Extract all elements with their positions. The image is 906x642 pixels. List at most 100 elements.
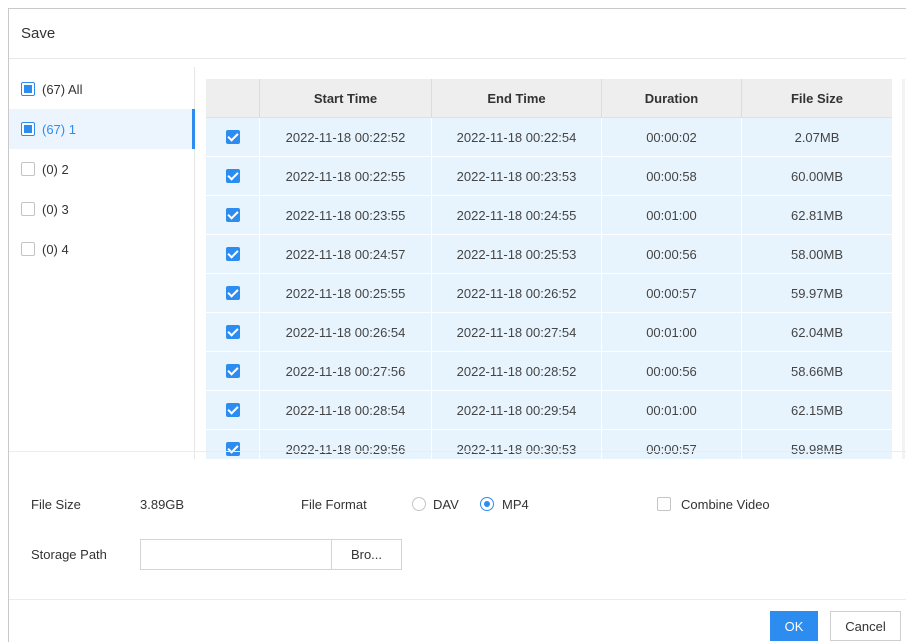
save-dialog: Save (67) All (67) 1 (0) 2 (0) 3 (0) 4 S…: [8, 8, 906, 642]
row-checkbox[interactable]: [225, 286, 240, 300]
duration-cell: 00:00:56: [602, 235, 742, 273]
file-size-cell: 62.15MB: [790, 402, 844, 418]
duration-cell: 00:01:00: [602, 313, 742, 351]
channel-label: (0) 3: [42, 201, 69, 217]
table-scrollbar[interactable]: [902, 79, 905, 459]
record-table: Start Time End Time Duration File Size 2…: [206, 79, 892, 459]
channel-checkbox[interactable]: [21, 242, 35, 256]
start-time-cell: 2022-11-18 00:25:55: [260, 274, 432, 312]
end-time-cell: 2022-11-18 00:23:53: [432, 157, 602, 195]
end-time-cell: 2022-11-18 00:28:52: [432, 352, 602, 390]
file-size-label: File Size: [31, 497, 81, 512]
dialog-header: Save: [9, 9, 906, 59]
header-file-size[interactable]: File Size: [742, 79, 892, 118]
channel-label: (0) 4: [42, 241, 69, 257]
end-time-cell: 2022-11-18 00:26:52: [432, 274, 602, 312]
table-header: Start Time End Time Duration File Size: [206, 79, 892, 118]
row-check-cell: [206, 157, 260, 195]
dav-label[interactable]: DAV: [433, 497, 459, 512]
start-time-cell: 2022-11-18 00:22:52: [260, 118, 432, 156]
row-checkbox[interactable]: [225, 130, 240, 144]
row-checkbox[interactable]: [225, 403, 240, 417]
end-time-cell: 2022-11-18 00:29:54: [432, 391, 602, 429]
table-row[interactable]: 2022-11-18 00:28:54 2022-11-18 00:29:54 …: [206, 391, 892, 430]
end-time-cell: 2022-11-18 00:24:55: [432, 196, 602, 234]
duration-cell: 00:00:56: [602, 352, 742, 390]
file-size-cell: 59.97MB: [790, 285, 844, 301]
row-check-cell: [206, 274, 260, 312]
channel-item-all[interactable]: (67) All: [9, 69, 195, 109]
mp4-radio[interactable]: [480, 497, 494, 511]
row-check-cell: [206, 430, 260, 459]
end-time-cell: 2022-11-18 00:27:54: [432, 313, 602, 351]
channel-item-4[interactable]: (0) 4: [9, 229, 195, 269]
table-row[interactable]: 2022-11-18 00:22:55 2022-11-18 00:23:53 …: [206, 157, 892, 196]
end-time-cell: 2022-11-18 00:30:53: [432, 430, 602, 459]
duration-cell: 00:00:58: [602, 157, 742, 195]
file-format-label: File Format: [301, 497, 367, 512]
file-size-cell: 62.81MB: [790, 207, 844, 223]
divider: [9, 451, 906, 452]
header-check-cell: [206, 79, 260, 118]
mp4-label[interactable]: MP4: [502, 497, 529, 512]
channel-checkbox[interactable]: [21, 122, 35, 136]
table-row[interactable]: 2022-11-18 00:27:56 2022-11-18 00:28:52 …: [206, 352, 892, 391]
table-row[interactable]: 2022-11-18 00:24:57 2022-11-18 00:25:53 …: [206, 235, 892, 274]
row-check-cell: [206, 235, 260, 273]
header-end-time[interactable]: End Time: [432, 79, 602, 118]
start-time-cell: 2022-11-18 00:23:55: [260, 196, 432, 234]
header-duration[interactable]: Duration: [602, 79, 742, 118]
table-row[interactable]: 2022-11-18 00:29:56 2022-11-18 00:30:53 …: [206, 430, 892, 459]
duration-cell: 00:01:00: [602, 391, 742, 429]
channel-item-3[interactable]: (0) 3: [9, 189, 195, 229]
channel-checkbox[interactable]: [21, 82, 35, 96]
row-check-cell: [206, 352, 260, 390]
combine-video-checkbox[interactable]: [657, 497, 671, 511]
duration-cell: 00:00:57: [602, 274, 742, 312]
start-time-cell: 2022-11-18 00:27:56: [260, 352, 432, 390]
end-time-cell: 2022-11-18 00:22:54: [432, 118, 602, 156]
duration-cell: 00:00:57: [602, 430, 742, 459]
end-time-cell: 2022-11-18 00:25:53: [432, 235, 602, 273]
channel-label: (67) All: [42, 81, 83, 97]
row-check-cell: [206, 313, 260, 351]
channel-checkbox[interactable]: [21, 202, 35, 216]
table-row[interactable]: 2022-11-18 00:22:52 2022-11-18 00:22:54 …: [206, 118, 892, 157]
table-row[interactable]: 2022-11-18 00:26:54 2022-11-18 00:27:54 …: [206, 313, 892, 352]
start-time-cell: 2022-11-18 00:24:57: [260, 235, 432, 273]
file-size-cell: 60.00MB: [790, 168, 844, 184]
ok-button[interactable]: OK: [770, 611, 818, 641]
channel-list: (67) All (67) 1 (0) 2 (0) 3 (0) 4: [9, 67, 195, 459]
file-size-cell: 59.98MB: [790, 441, 844, 457]
row-checkbox[interactable]: [225, 247, 240, 261]
table-row[interactable]: 2022-11-18 00:23:55 2022-11-18 00:24:55 …: [206, 196, 892, 235]
dav-radio[interactable]: [412, 497, 426, 511]
row-checkbox[interactable]: [225, 442, 240, 456]
row-checkbox[interactable]: [225, 169, 240, 183]
combine-video-label[interactable]: Combine Video: [681, 497, 770, 512]
duration-cell: 00:00:02: [602, 118, 742, 156]
storage-path-input[interactable]: [140, 539, 332, 570]
channel-item-2[interactable]: (0) 2: [9, 149, 195, 189]
cancel-button[interactable]: Cancel: [830, 611, 901, 641]
channel-label: (67) 1: [42, 121, 76, 137]
file-size-cell: 58.66MB: [790, 363, 844, 379]
file-size-cell: 62.04MB: [790, 324, 844, 340]
file-size-cell: 2.07MB: [794, 129, 840, 145]
channel-checkbox[interactable]: [21, 162, 35, 176]
start-time-cell: 2022-11-18 00:22:55: [260, 157, 432, 195]
file-size-value: 3.89GB: [140, 497, 185, 512]
footer-divider: [9, 599, 906, 600]
start-time-cell: 2022-11-18 00:29:56: [260, 430, 432, 459]
row-checkbox[interactable]: [225, 208, 240, 222]
channel-item-1[interactable]: (67) 1: [9, 109, 195, 149]
row-checkbox[interactable]: [225, 364, 240, 378]
file-size-cell: 58.00MB: [790, 246, 844, 262]
table-body: 2022-11-18 00:22:52 2022-11-18 00:22:54 …: [206, 118, 892, 459]
row-checkbox[interactable]: [225, 325, 240, 339]
duration-cell: 00:01:00: [602, 196, 742, 234]
browse-button[interactable]: Bro...: [331, 539, 402, 570]
storage-path-label: Storage Path: [31, 547, 107, 562]
header-start-time[interactable]: Start Time: [260, 79, 432, 118]
table-row[interactable]: 2022-11-18 00:25:55 2022-11-18 00:26:52 …: [206, 274, 892, 313]
